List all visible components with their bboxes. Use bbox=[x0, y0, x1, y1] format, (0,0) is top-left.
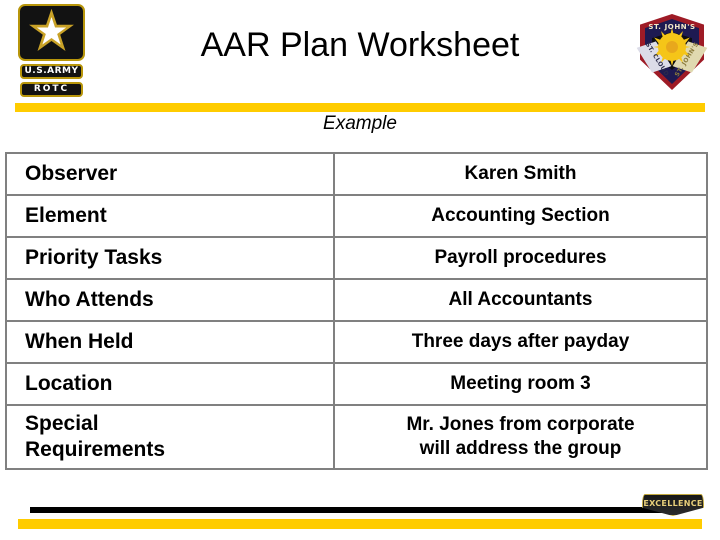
table-row: Who Attends All Accountants bbox=[5, 278, 708, 322]
table-row: When Held Three days after payday bbox=[5, 320, 708, 364]
row-value: Meeting room 3 bbox=[333, 362, 708, 406]
army-star-badge bbox=[18, 4, 85, 61]
row-label-line-1: Special bbox=[25, 411, 99, 435]
table-row: Location Meeting room 3 bbox=[5, 362, 708, 406]
row-label: Element bbox=[5, 194, 335, 238]
row-label-line-2: Requirements bbox=[25, 438, 166, 461]
row-value: Payroll procedures bbox=[333, 236, 708, 280]
crest-top-label: ST. JOHN'S bbox=[648, 23, 696, 31]
footer-yellow-divider bbox=[18, 519, 702, 529]
aar-plan-worksheet-table: Observer Karen Smith Element Accounting … bbox=[5, 152, 708, 470]
row-label: Location bbox=[5, 362, 335, 406]
table-row: Element Accounting Section bbox=[5, 194, 708, 238]
row-value: All Accountants bbox=[333, 278, 708, 322]
header-yellow-divider bbox=[15, 103, 705, 112]
row-label: Who Attends bbox=[5, 278, 335, 322]
row-value-line-2: will address the group bbox=[419, 438, 622, 459]
us-army-rotc-logo: U.S.ARMY ROTC bbox=[18, 4, 85, 97]
row-value: Three days after payday bbox=[333, 320, 708, 364]
row-value: Mr. Jones from corporate will address th… bbox=[333, 404, 708, 470]
table-row: Observer Karen Smith bbox=[5, 152, 708, 196]
crest-sun-core-icon bbox=[666, 41, 678, 53]
row-label: Priority Tasks bbox=[5, 236, 335, 280]
row-value-line-1: Mr. Jones from corporate bbox=[406, 414, 635, 436]
table-row: Priority Tasks Payroll procedures bbox=[5, 236, 708, 280]
table-row: Special Requirements Mr. Jones from corp… bbox=[5, 404, 708, 470]
st-johns-crest-icon: ST. JOHN'S ST. CLOUD ST. JOHN'S bbox=[640, 14, 704, 90]
row-value: Accounting Section bbox=[333, 194, 708, 238]
footer-black-divider bbox=[30, 507, 670, 513]
page-subtitle: Example bbox=[323, 113, 397, 134]
army-logo-label-rotc: ROTC bbox=[20, 82, 83, 97]
row-label: When Held bbox=[5, 320, 335, 364]
page-title: AAR Plan Worksheet bbox=[200, 26, 520, 64]
excellence-tab-label: EXCELLENCE bbox=[643, 499, 703, 508]
slide-root: U.S.ARMY ROTC AAR Plan Worksheet ST. JOH… bbox=[0, 0, 720, 540]
army-logo-label-us-army: U.S.ARMY bbox=[20, 64, 83, 79]
row-value: Karen Smith bbox=[333, 152, 708, 196]
row-label: Observer bbox=[5, 152, 335, 196]
slide-header: U.S.ARMY ROTC AAR Plan Worksheet ST. JOH… bbox=[0, 0, 720, 100]
row-label: Special Requirements bbox=[5, 404, 335, 470]
